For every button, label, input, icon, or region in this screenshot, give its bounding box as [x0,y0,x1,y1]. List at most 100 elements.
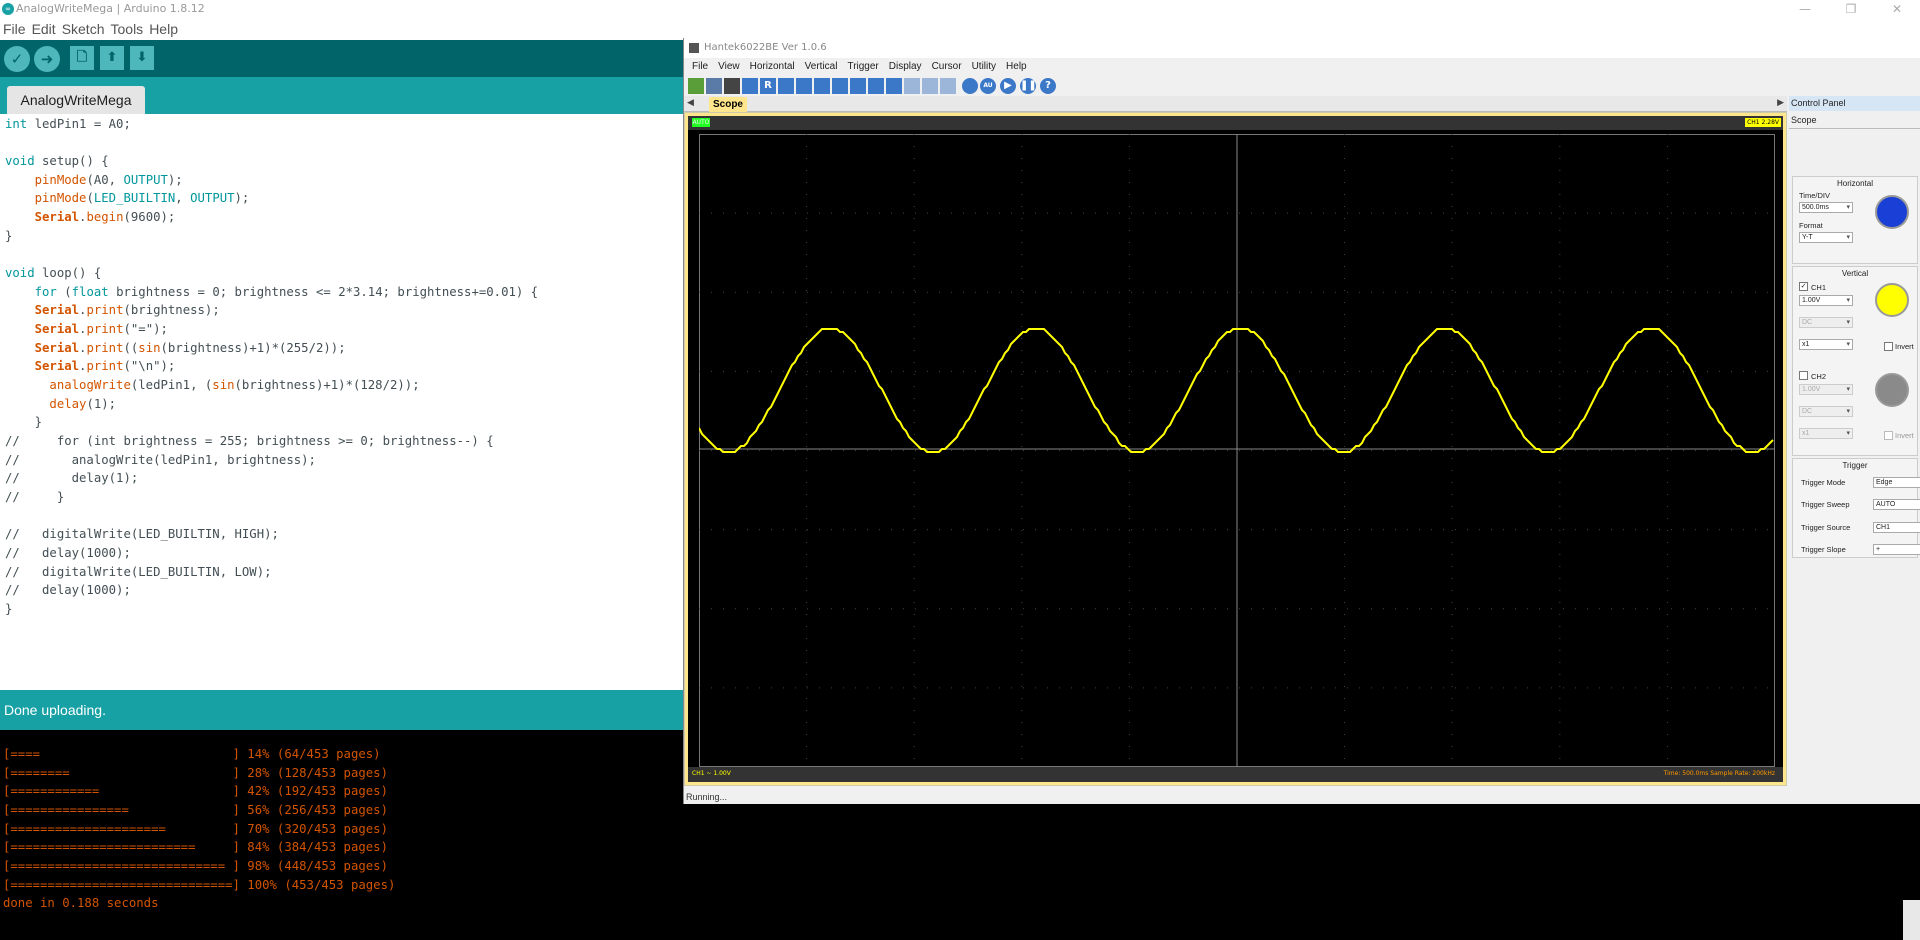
code-line: Serial.print("="); [34,322,168,336]
menu-help[interactable]: Help [146,19,181,39]
hk-hcursor-icon[interactable] [886,78,902,94]
hantek-status-bar: Running... [686,792,728,802]
ch1-invert-checkbox[interactable] [1884,342,1893,351]
code-line: pinMode(LED_BUILTIN, OUTPUT); [34,191,250,205]
code-line: // digitalWrite(LED_BUILTIN, LOW); [5,565,272,579]
hk-help-icon[interactable]: ? [1040,78,1056,94]
hk-auto-icon[interactable]: AU [980,78,996,94]
tab-scroll-left-icon[interactable]: ◀ [687,98,694,108]
hk-menu-cursor[interactable]: Cursor [927,58,967,76]
hk-vcursor-icon[interactable] [868,78,884,94]
verify-button[interactable]: ✓ [4,46,30,72]
hk-menu-file[interactable]: File [684,58,713,76]
arduino-title-bar: ∞ AnalogWriteMega | Arduino 1.8.12 — ❐ ✕ [0,0,1920,18]
ch2-volts-select[interactable]: 1.00V [1799,384,1853,395]
code-line: // } [5,490,65,504]
open-sketch-button[interactable]: ⬆ [100,46,124,70]
hk-ramp-icon[interactable] [814,78,830,94]
hk-menu-help[interactable]: Help [1001,58,1032,76]
hk-refresh-icon[interactable] [962,78,978,94]
console-line: [===================== ] 70% (320/453 pa… [3,822,388,836]
format-select[interactable]: Y-T [1799,232,1853,243]
code-line: delay(1); [49,397,117,411]
ch1-invert-label: Invert [1895,342,1914,351]
ch1-volts-select[interactable]: 1.00V [1799,295,1853,306]
code-editor[interactable]: int ledPin1 = A0; void setup() { pinMode… [0,115,683,690]
ch1-coupling-select[interactable]: DC [1799,317,1853,328]
hantek-title-bar: Hantek6022BE Ver 1.0.6 [684,38,1920,58]
hk-pulse-icon[interactable] [778,78,794,94]
tab-scope[interactable]: Scope [709,97,747,112]
close-button[interactable]: ✕ [1874,0,1920,18]
vertical-section: Vertical ✓ CH1 1.00V DC x1 Invert CH2 1.… [1792,266,1918,456]
hk-step-icon[interactable] [904,78,920,94]
trigger-sweep-select[interactable]: AUTO [1873,499,1920,510]
horizontal-knob[interactable] [1875,195,1909,229]
arduino-tab-bar: AnalogWriteMega [0,77,683,114]
scope-display-frame: AUTO CH1 2.28V CH1 ~ 1.00V Time: 500.0ms… [684,112,1787,786]
ch2-knob[interactable] [1875,373,1909,407]
code-line: analogWrite(ledPin1, (sin(brightness)+1)… [49,378,420,392]
hk-cursor-icon[interactable] [832,78,848,94]
time-div-select[interactable]: 500.0ms [1799,202,1853,213]
hk-pulse2-icon[interactable] [796,78,812,94]
tab-analogwritemega[interactable]: AnalogWriteMega [7,86,145,114]
horizontal-section: Horizontal Time/DIV 500.0ms Format Y-T [1792,176,1918,264]
upload-button[interactable]: ➜ [34,46,60,72]
menu-edit[interactable]: Edit [29,19,59,39]
hk-sine-icon[interactable] [940,78,956,94]
output-console[interactable]: [==== ] 14% (64/453 pages) [======== ] 2… [0,730,683,940]
hantek-window: Hantek6022BE Ver 1.0.6 File View Horizon… [683,38,1920,804]
hk-wave-icon[interactable] [922,78,938,94]
menu-sketch[interactable]: Sketch [59,19,108,39]
ch1-knob[interactable] [1875,283,1909,317]
console-scrollbar[interactable] [1903,900,1920,940]
ch1-label: CH1 [1811,283,1827,292]
hk-play-icon[interactable]: ▶ [1000,78,1016,94]
tab-scroll-right-icon[interactable]: ▶ [1777,98,1784,108]
trigger-title: Trigger [1842,461,1868,470]
code-line: // delay(1000); [5,546,131,560]
ch2-coupling-select[interactable]: DC [1799,406,1853,417]
scope-display[interactable]: AUTO CH1 2.28V CH1 ~ 1.00V Time: 500.0ms… [688,116,1783,782]
console-line: [======== ] 28% (128/453 pages) [3,766,388,780]
scope-top-bar: AUTO CH1 2.28V [688,116,1783,130]
code-line: Serial.begin(9600); [34,210,176,224]
hk-menu-horizontal[interactable]: Horizontal [745,58,800,76]
hk-autoset-icon[interactable] [742,78,758,94]
ch1-checkbox[interactable]: ✓ [1799,282,1808,291]
arduino-menu-bar: File Edit Sketch Tools Help [0,19,181,39]
hk-r-icon[interactable]: R [760,78,776,94]
code-line: } [5,602,13,616]
new-sketch-button[interactable]: 🗋 [70,46,94,70]
hk-cross-cursor-icon[interactable] [850,78,866,94]
code-line: // delay(1000); [5,583,131,597]
trigger-source-select[interactable]: CH1 [1873,522,1920,533]
trigger-slope-label: Trigger Slope [1801,545,1846,554]
hk-menu-utility[interactable]: Utility [967,58,1001,76]
minimize-button[interactable]: — [1782,0,1828,18]
maximize-button[interactable]: ❐ [1828,0,1874,18]
menu-file[interactable]: File [0,19,29,39]
arduino-logo-icon: ∞ [2,3,14,15]
hk-save-icon[interactable] [706,78,722,94]
hk-menu-view[interactable]: View [713,58,745,76]
hk-open-icon[interactable] [688,78,704,94]
hk-menu-display[interactable]: Display [884,58,927,76]
trigger-mode-select[interactable]: Edge [1873,477,1920,488]
ch2-checkbox[interactable] [1799,371,1808,380]
ch2-invert-checkbox[interactable] [1884,431,1893,440]
hk-print-icon[interactable] [724,78,740,94]
trigger-slope-select[interactable]: + [1873,544,1920,555]
save-sketch-button[interactable]: ⬇ [130,46,154,70]
hk-menu-trigger[interactable]: Trigger [842,58,883,76]
code-line: void loop() { [5,266,102,280]
hk-pause-icon[interactable]: ❚❚ [1020,78,1037,94]
hk-menu-vertical[interactable]: Vertical [800,58,843,76]
output-console-extension [683,800,1920,940]
menu-tools[interactable]: Tools [108,19,147,39]
ch1-probe-select[interactable]: x1 [1799,339,1853,350]
format-label: Format [1799,221,1823,230]
timebase-info: Time: 500.0ms Sample Rate: 200kHz [1663,770,1775,777]
ch2-probe-select[interactable]: x1 [1799,428,1853,439]
